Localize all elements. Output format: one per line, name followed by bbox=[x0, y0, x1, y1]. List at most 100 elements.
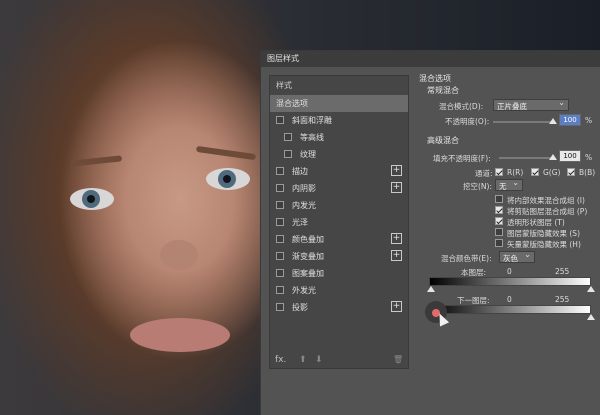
right-eyebrow bbox=[195, 145, 257, 161]
style-item-label: 内阴影 bbox=[292, 184, 316, 193]
advanced-option-checkbox[interactable] bbox=[495, 228, 503, 236]
advanced-option-checkbox[interactable] bbox=[495, 239, 503, 247]
fill-opacity-label: 填充不透明度(F): bbox=[433, 154, 491, 163]
style-item-checkbox[interactable] bbox=[276, 201, 284, 209]
style-item-label: 斜面和浮雕 bbox=[292, 116, 332, 125]
advanced-option-checkbox[interactable] bbox=[495, 217, 503, 225]
blend-mode-select[interactable]: 正片叠底 bbox=[493, 98, 569, 111]
underlying-layer-min: 0 bbox=[507, 295, 512, 304]
advanced-option-label: 矢量蒙版隐藏效果 (H) bbox=[507, 240, 581, 249]
move-down-icon[interactable]: ⬇ bbox=[315, 355, 323, 365]
channel-g-label: G(G) bbox=[543, 168, 561, 177]
style-item[interactable]: 光泽 bbox=[270, 214, 408, 231]
knockout-label: 挖空(N): bbox=[463, 182, 492, 191]
advanced-blending-title: 高级混合 bbox=[427, 136, 459, 145]
channel-r-label: R(R) bbox=[507, 168, 524, 177]
style-item[interactable]: 颜色叠加 + bbox=[270, 231, 408, 248]
blend-options-title: 混合选项 bbox=[419, 74, 451, 83]
style-item-label: 图案叠加 bbox=[292, 269, 324, 278]
opacity-label: 不透明度(O): bbox=[445, 117, 490, 126]
styles-header: 样式 bbox=[276, 81, 292, 90]
style-item-label: 外发光 bbox=[292, 286, 316, 295]
underlying-layer-max: 255 bbox=[555, 295, 570, 304]
style-item-checkbox[interactable] bbox=[276, 286, 284, 294]
channel-b-checkbox[interactable] bbox=[567, 168, 575, 176]
style-item-checkbox[interactable] bbox=[276, 235, 284, 243]
style-item-checkbox[interactable] bbox=[276, 184, 284, 192]
style-item[interactable]: 外发光 bbox=[270, 282, 408, 299]
this-layer-gradient[interactable] bbox=[429, 277, 591, 286]
add-style-icon[interactable]: + bbox=[391, 182, 402, 193]
style-item-checkbox[interactable] bbox=[276, 218, 284, 226]
lips bbox=[130, 318, 230, 352]
style-item-checkbox[interactable] bbox=[276, 167, 284, 175]
style-item-label: 颜色叠加 bbox=[292, 235, 324, 244]
add-style-icon[interactable]: + bbox=[391, 233, 402, 244]
styles-footer: fx. ⬆ ⬇ 🗑 bbox=[269, 353, 409, 369]
channel-b-label: B(B) bbox=[579, 168, 596, 177]
opacity-field[interactable]: 100 bbox=[559, 114, 581, 126]
style-item[interactable]: 纹理 bbox=[270, 146, 408, 163]
style-item-checkbox[interactable] bbox=[284, 133, 292, 141]
dialog-title: 图层样式 bbox=[261, 51, 600, 67]
style-item-checkbox[interactable] bbox=[276, 269, 284, 277]
style-item[interactable]: 渐变叠加 + bbox=[270, 248, 408, 265]
style-item[interactable]: 内发光 bbox=[270, 197, 408, 214]
style-item-label: 描边 bbox=[292, 167, 308, 176]
channel-g-checkbox[interactable] bbox=[531, 168, 539, 176]
trash-icon[interactable]: 🗑 bbox=[393, 355, 403, 364]
this-layer-white-thumb[interactable] bbox=[587, 286, 595, 292]
style-item-label: 纹理 bbox=[300, 150, 316, 159]
style-item-checkbox[interactable] bbox=[276, 252, 284, 260]
opacity-slider[interactable] bbox=[493, 121, 553, 123]
advanced-option-checkbox[interactable] bbox=[495, 206, 503, 214]
style-item-label: 等高线 bbox=[300, 133, 324, 142]
advanced-option-checkbox[interactable] bbox=[495, 195, 503, 203]
channels-label: 通道: bbox=[475, 169, 493, 178]
style-item-checkbox[interactable] bbox=[284, 150, 292, 158]
advanced-option-label: 图层蒙版隐藏效果 (S) bbox=[507, 229, 580, 238]
blend-if-select[interactable]: 灰色 bbox=[499, 250, 535, 263]
style-item[interactable]: 图案叠加 bbox=[270, 265, 408, 282]
fill-opacity-unit: % bbox=[585, 153, 593, 162]
style-item-label: 混合选项 bbox=[276, 99, 308, 108]
move-up-icon[interactable]: ⬆ bbox=[299, 355, 307, 365]
knockout-select[interactable]: 无 bbox=[495, 178, 523, 191]
left-eye bbox=[70, 188, 114, 210]
fx-icon[interactable]: fx. bbox=[275, 355, 286, 365]
underlying-layer-gradient[interactable] bbox=[429, 305, 591, 314]
right-eye bbox=[206, 168, 250, 190]
style-item-checkbox[interactable] bbox=[276, 116, 284, 124]
style-item[interactable]: 等高线 bbox=[270, 129, 408, 146]
fill-opacity-slider-thumb[interactable] bbox=[549, 154, 557, 160]
underlying-layer-white-thumb[interactable] bbox=[587, 314, 595, 320]
advanced-option-label: 将剪贴图层混合成组 (P) bbox=[507, 207, 588, 216]
style-item[interactable]: 描边 + bbox=[270, 163, 408, 180]
channel-r-checkbox[interactable] bbox=[495, 168, 503, 176]
style-item-label: 内发光 bbox=[292, 201, 316, 210]
style-item-label: 光泽 bbox=[292, 218, 308, 227]
fill-opacity-slider[interactable] bbox=[499, 157, 553, 159]
left-eyebrow bbox=[69, 155, 123, 167]
style-item-label: 渐变叠加 bbox=[292, 252, 324, 261]
fill-opacity-field[interactable]: 100 bbox=[559, 150, 581, 162]
style-item-label: 投影 bbox=[292, 303, 308, 312]
advanced-option-label: 将内部效果混合成组 (I) bbox=[507, 196, 585, 205]
opacity-slider-thumb[interactable] bbox=[549, 118, 557, 124]
styles-list-panel: 样式 混合选项斜面和浮雕等高线纹理描边 + 内阴影 + 内发光光泽颜色叠加 + 渐变叠加 + 图… bbox=[269, 75, 409, 369]
this-layer-min: 0 bbox=[507, 267, 512, 276]
style-item[interactable]: 内阴影 + bbox=[270, 180, 408, 197]
add-style-icon[interactable]: + bbox=[391, 250, 402, 261]
layer-style-dialog: 图层样式 样式 混合选项 斜面和浮雕 等高线 纹理 描边 + 内阴影 + 内发光 光泽 颜色叠加 + 渐… bbox=[260, 50, 600, 415]
style-item-checkbox[interactable] bbox=[276, 303, 284, 311]
blend-if-label: 混合颜色带(E): bbox=[441, 254, 492, 263]
blend-mode-label: 混合模式(D): bbox=[439, 102, 484, 111]
style-item[interactable]: 混合选项 bbox=[270, 95, 408, 112]
add-style-icon[interactable]: + bbox=[391, 165, 402, 176]
style-item[interactable]: 投影 + bbox=[270, 299, 408, 316]
opacity-unit: % bbox=[585, 116, 593, 125]
general-blending-title: 常规混合 bbox=[427, 86, 459, 95]
style-item[interactable]: 斜面和浮雕 bbox=[270, 112, 408, 129]
this-layer-black-thumb[interactable] bbox=[427, 286, 435, 292]
add-style-icon[interactable]: + bbox=[391, 301, 402, 312]
